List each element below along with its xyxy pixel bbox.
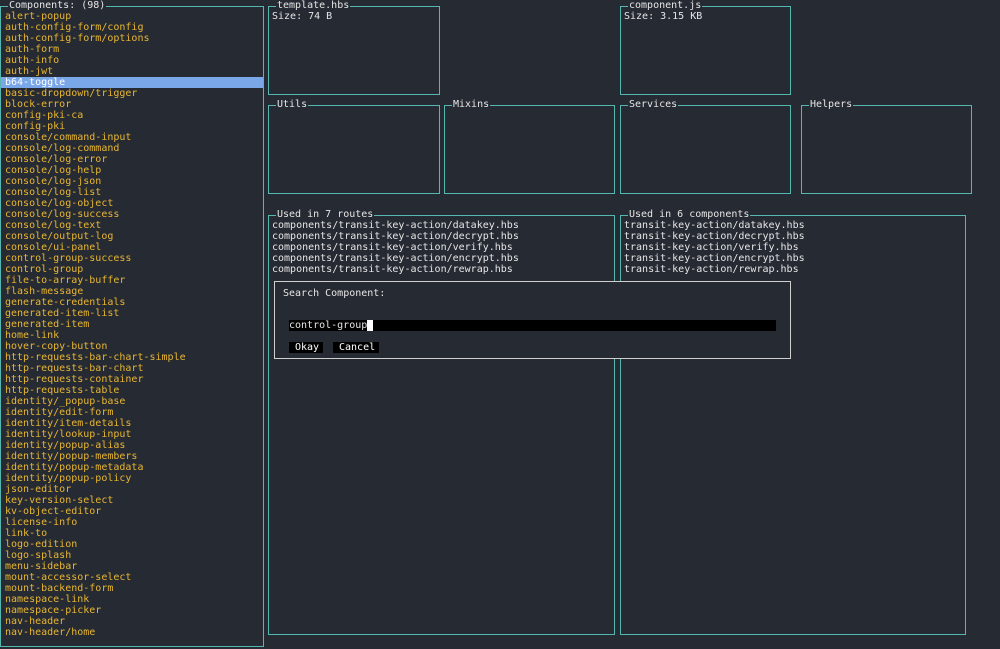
used-component-item[interactable]: transit-key-action/datakey.hbs [624, 220, 962, 231]
okay-button[interactable]: Okay [289, 342, 323, 353]
component-list-item[interactable]: console/ui-panel [1, 242, 263, 253]
component-list-item[interactable]: config-pki [1, 121, 263, 132]
component-list-item[interactable]: nav-header [1, 616, 263, 627]
component-list-item[interactable]: identity/lookup-input [1, 429, 263, 440]
component-list-item[interactable]: auth-config-form/options [1, 33, 263, 44]
component-list-item[interactable]: identity/popup-alias [1, 440, 263, 451]
component-list-item[interactable]: mount-backend-form [1, 583, 263, 594]
component-list-item[interactable]: file-to-array-buffer [1, 275, 263, 286]
template-panel: template.hbs Size: 74 B [268, 0, 440, 95]
used-component-item[interactable]: transit-key-action/decrypt.hbs [624, 231, 962, 242]
component-list-item[interactable]: hover-copy-button [1, 341, 263, 352]
template-panel-title: template.hbs [276, 0, 351, 11]
mixins-panel-title: Mixins [452, 99, 491, 110]
component-js-size: Size: 3.15 KB [624, 11, 703, 22]
component-list-item[interactable]: link-to [1, 528, 263, 539]
used-component-item[interactable]: transit-key-action/rewrap.hbs [624, 264, 962, 275]
component-list-item[interactable]: mount-accessor-select [1, 572, 263, 583]
component-list-item[interactable]: b64-toggle [1, 77, 263, 88]
component-list-item[interactable]: console/log-command [1, 143, 263, 154]
component-list-item[interactable]: basic-dropdown/trigger [1, 88, 263, 99]
component-list-item[interactable]: namespace-link [1, 594, 263, 605]
component-list-item[interactable]: console/log-json [1, 176, 263, 187]
component-list-item[interactable]: menu-sidebar [1, 561, 263, 572]
component-list-item[interactable]: identity/popup-metadata [1, 462, 263, 473]
component-list-item[interactable]: identity/_popup-base [1, 396, 263, 407]
component-list-item[interactable]: http-requests-container [1, 374, 263, 385]
utils-panel: Utils [268, 99, 440, 194]
component-list-item[interactable]: console/command-input [1, 132, 263, 143]
component-list-item[interactable]: logo-edition [1, 539, 263, 550]
component-list-item[interactable]: config-pki-ca [1, 110, 263, 121]
component-js-panel-title: component.js [628, 0, 703, 11]
services-panel: Services [620, 99, 791, 194]
component-list-item[interactable]: auth-jwt [1, 66, 263, 77]
component-list-item[interactable]: identity/edit-form [1, 407, 263, 418]
used-component-item[interactable]: transit-key-action/encrypt.hbs [624, 253, 962, 264]
component-list-item[interactable]: key-version-select [1, 495, 263, 506]
component-list-item[interactable]: generated-item-list [1, 308, 263, 319]
route-item[interactable]: components/transit-key-action/encrypt.hb… [272, 253, 611, 264]
component-list-item[interactable]: generated-item [1, 319, 263, 330]
component-list-item[interactable]: console/log-object [1, 198, 263, 209]
component-list-item[interactable]: auth-config-form/config [1, 22, 263, 33]
component-list-item[interactable]: console/log-help [1, 165, 263, 176]
component-list-item[interactable]: identity/popup-members [1, 451, 263, 462]
component-js-panel: component.js Size: 3.15 KB [620, 0, 791, 95]
component-list-item[interactable]: identity/item-details [1, 418, 263, 429]
component-list-item[interactable]: console/output-log [1, 231, 263, 242]
component-list-item[interactable]: auth-info [1, 55, 263, 66]
used-component-item[interactable]: transit-key-action/verify.hbs [624, 242, 962, 253]
text-cursor [367, 320, 374, 331]
search-label: Search Component: [283, 288, 386, 299]
component-list-item[interactable]: home-link [1, 330, 263, 341]
component-list-item[interactable]: block-error [1, 99, 263, 110]
component-list-item[interactable]: license-info [1, 517, 263, 528]
component-list-item[interactable]: generate-credentials [1, 297, 263, 308]
component-list-item[interactable]: flash-message [1, 286, 263, 297]
used-components-panel[interactable]: Used in 6 components transit-key-action/… [620, 209, 966, 635]
search-component-dialog: Search Component: control-group Okay Can… [274, 281, 791, 359]
component-list-item[interactable]: identity/popup-policy [1, 473, 263, 484]
component-list-item[interactable]: http-requests-table [1, 385, 263, 396]
component-list-item[interactable]: console/log-list [1, 187, 263, 198]
component-list-item[interactable]: auth-form [1, 44, 263, 55]
component-list-item[interactable]: logo-splash [1, 550, 263, 561]
helpers-panel: Helpers [801, 99, 972, 194]
component-list-item[interactable]: console/log-error [1, 154, 263, 165]
template-size: Size: 74 B [272, 11, 333, 22]
component-list-item[interactable]: control-group [1, 264, 263, 275]
component-list-item[interactable]: http-requests-bar-chart-simple [1, 352, 263, 363]
cancel-button[interactable]: Cancel [333, 342, 379, 353]
utils-panel-title: Utils [276, 99, 309, 110]
components-panel-title: Components: (98) [8, 0, 107, 11]
routes-panel[interactable]: Used in 7 routes components/transit-key-… [268, 209, 615, 635]
helpers-panel-title: Helpers [809, 99, 854, 110]
component-list-item[interactable]: json-editor [1, 484, 263, 495]
route-item[interactable]: components/transit-key-action/verify.hbs [272, 242, 611, 253]
component-list-item[interactable]: control-group-success [1, 253, 263, 264]
component-list-item[interactable]: http-requests-bar-chart [1, 363, 263, 374]
services-panel-title: Services [628, 99, 679, 110]
component-list-item[interactable]: alert-popup [1, 11, 263, 22]
search-input-value: control-group [289, 320, 368, 331]
routes-panel-title: Used in 7 routes [276, 209, 375, 220]
mixins-panel: Mixins [444, 99, 615, 194]
route-item[interactable]: components/transit-key-action/rewrap.hbs [272, 264, 611, 275]
component-list-item[interactable]: console/log-text [1, 220, 263, 231]
components-list[interactable]: alert-popup auth-config-form/config auth-c… [1, 11, 263, 638]
search-input[interactable]: control-group [289, 320, 776, 331]
component-list-item[interactable]: namespace-picker [1, 605, 263, 616]
component-list-item[interactable]: console/log-success [1, 209, 263, 220]
component-list-item[interactable]: kv-object-editor [1, 506, 263, 517]
used-components-panel-title: Used in 6 components [628, 209, 751, 220]
route-item[interactable]: components/transit-key-action/datakey.hb… [272, 220, 611, 231]
component-list-item[interactable]: nav-header/home [1, 627, 263, 638]
components-panel[interactable]: Components: (98) alert-popup auth-config-… [0, 0, 264, 647]
route-item[interactable]: components/transit-key-action/decrypt.hb… [272, 231, 611, 242]
